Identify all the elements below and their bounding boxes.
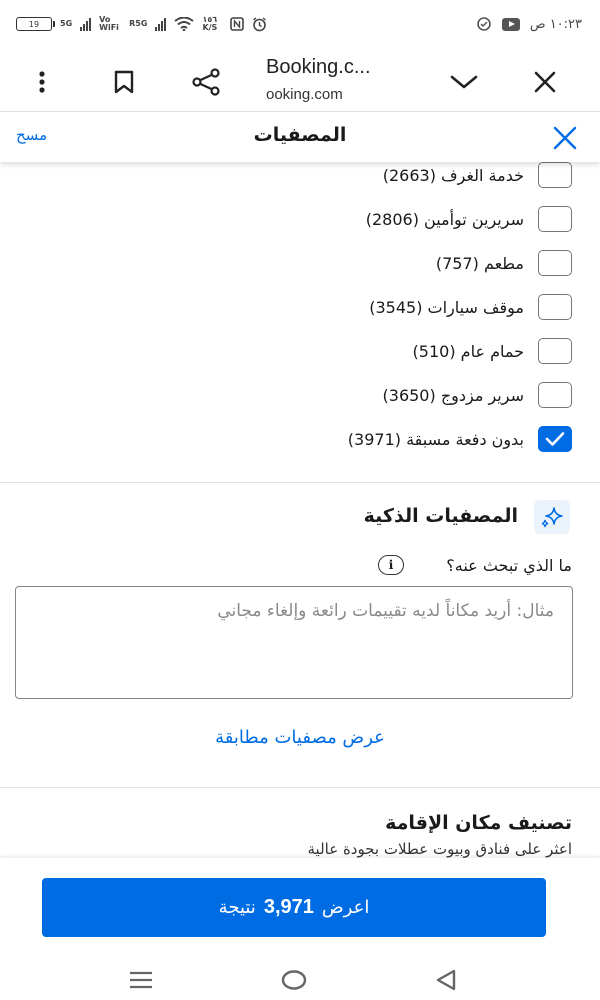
section-divider <box>0 482 600 483</box>
nfc-icon <box>230 17 245 31</box>
filter-row-public-bath[interactable]: حمام عام (510) <box>413 337 572 365</box>
filter-row-double-bed[interactable]: سرير مزدوج (3650) <box>383 381 572 409</box>
sync-icon <box>477 17 491 31</box>
filter-label: بدون دفعة مسبقة (3971) <box>347 429 524 449</box>
section-divider <box>0 787 600 788</box>
alarm-icon <box>253 16 267 31</box>
result-count: 3,971 <box>263 896 314 918</box>
network-speed: ١٥٦ K/S <box>202 15 218 32</box>
network-label-r5g: R5G <box>129 19 148 28</box>
filters-title: المصفيات <box>253 124 347 146</box>
filter-row-no-prepayment[interactable]: بدون دفعة مسبقة (3971) <box>348 425 572 453</box>
status-bar: 19 5G Vo WiFi R5G ١٥٦ K/S ١٠:٢٣ ص <box>0 0 600 52</box>
page-title: Booking.c... <box>266 56 371 78</box>
filters-header: مسح المصفيات <box>0 112 600 162</box>
wifi-icon <box>174 17 195 31</box>
checkbox[interactable] <box>538 206 572 232</box>
checkbox[interactable] <box>538 294 572 320</box>
smart-filter-input[interactable] <box>15 586 573 699</box>
network-label-5g: 5G <box>60 19 73 28</box>
info-icon[interactable]: i <box>378 555 404 575</box>
results-footer: اعرض 3,971 نتيجة <box>0 858 600 958</box>
network-label-vowifi: Vo WiFi <box>99 15 119 32</box>
close-icon[interactable] <box>552 125 578 151</box>
system-nav-bar <box>0 958 600 1000</box>
smart-filters-title: المصفيات الذكية <box>363 505 518 527</box>
filter-label: خدمة الغرف (2663) <box>382 165 524 185</box>
browser-bar: Booking.c... ooking.com <box>0 52 600 112</box>
filter-label: سريرين توأمين (2806) <box>365 209 524 229</box>
battery-icon: 19 <box>16 17 55 31</box>
property-rating-subtitle: اعثر على فنادق وبيوت عطلات بجودة عالية <box>307 840 572 858</box>
back-icon[interactable] <box>426 966 466 994</box>
bookmark-icon[interactable] <box>104 62 144 102</box>
checkbox-checked[interactable] <box>538 426 572 452</box>
filter-label: سرير مزدوج (3650) <box>382 385 524 405</box>
close-tab-icon[interactable] <box>525 62 565 102</box>
sparkle-icon <box>534 500 570 534</box>
checkbox[interactable] <box>538 162 572 188</box>
clock: ١٠:٢٣ ص <box>529 16 582 32</box>
filter-row-parking[interactable]: موقف سيارات (3545) <box>369 293 572 321</box>
info-symbol: i <box>388 558 394 572</box>
filter-row-room-service[interactable]: خدمة الغرف (2663) <box>383 161 572 189</box>
button-suffix: نتيجة <box>218 897 256 918</box>
share-icon[interactable] <box>186 62 226 102</box>
checkbox[interactable] <box>538 382 572 408</box>
checkmark-icon <box>545 432 565 446</box>
filter-label: موقف سيارات (3545) <box>369 297 524 317</box>
signal-icon <box>80 17 92 31</box>
show-matching-filters-link[interactable]: عرض مصفيات مطابقة <box>0 727 600 748</box>
more-options-icon[interactable] <box>22 62 62 102</box>
menu-icon[interactable] <box>121 966 161 994</box>
page-url: ooking.com <box>266 86 343 103</box>
chevron-down-icon[interactable] <box>444 62 484 102</box>
checkbox[interactable] <box>538 250 572 276</box>
button-prefix: اعرض <box>321 897 370 918</box>
filter-label: حمام عام (510) <box>412 341 524 361</box>
show-results-button[interactable]: اعرض 3,971 نتيجة <box>42 878 546 937</box>
filter-row-restaurant[interactable]: مطعم (757) <box>436 249 572 277</box>
smart-filters-question: ما الذي تبحث عنه؟ <box>446 556 572 575</box>
property-rating-title: تصنيف مكان الإقامة <box>385 812 572 834</box>
checkbox[interactable] <box>538 338 572 364</box>
signal-icon-2 <box>155 17 167 31</box>
home-icon[interactable] <box>274 966 314 994</box>
youtube-icon <box>501 17 520 31</box>
filter-label: مطعم (757) <box>435 253 524 273</box>
filter-row-twin-beds[interactable]: سريرين توأمين (2806) <box>366 205 572 233</box>
battery-level: 19 <box>28 19 40 29</box>
